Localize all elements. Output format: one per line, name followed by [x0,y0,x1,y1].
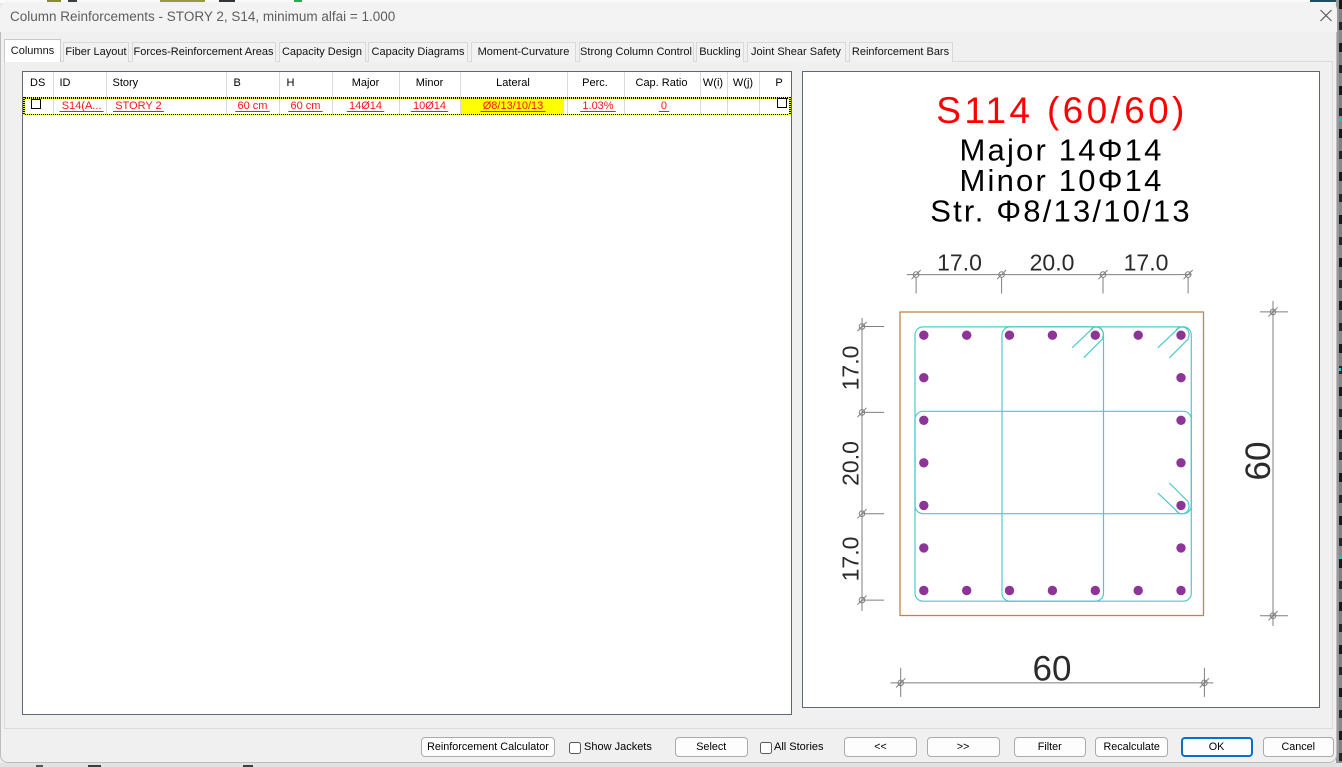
svg-text:60: 60 [1239,442,1278,481]
svg-text:17.0: 17.0 [838,537,864,582]
svg-text:60: 60 [1033,650,1072,689]
svg-text:17.0: 17.0 [937,250,982,276]
svg-text:20.0: 20.0 [1030,250,1075,276]
svg-text:Str. Φ8/13/10/13: Str. Φ8/13/10/13 [930,194,1192,229]
svg-text:17.0: 17.0 [1124,250,1169,276]
svg-text:17.0: 17.0 [838,346,864,391]
svg-text:S114 (60/60): S114 (60/60) [936,90,1187,131]
svg-text:20.0: 20.0 [838,441,864,486]
